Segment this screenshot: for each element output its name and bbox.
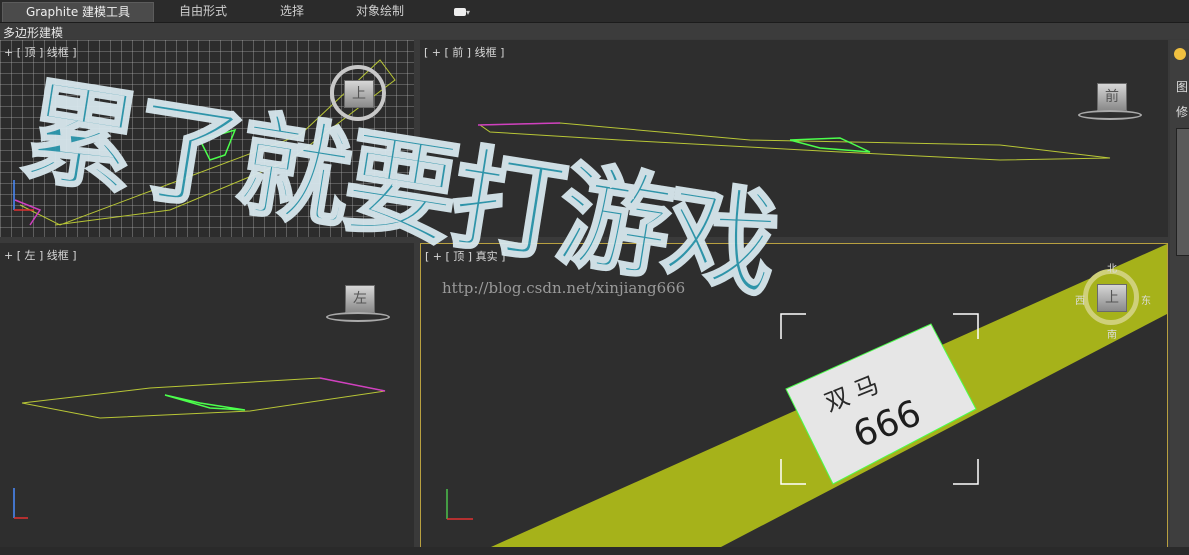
axis-gizmo-persp (446, 489, 473, 520)
tab-object-paint[interactable]: 对象绘制 (340, 2, 420, 21)
viewcube-front[interactable]: 前 (1097, 83, 1127, 111)
panel-list[interactable] (1176, 128, 1189, 256)
viewcube-persp[interactable]: 上 (1097, 284, 1127, 312)
command-panel[interactable]: 图 修 (1170, 40, 1189, 555)
chevron-down-icon: ▾ (465, 8, 470, 17)
viewcube-left-ring (326, 312, 390, 322)
polygon-modeling-bar[interactable]: 多边形建模 (0, 23, 1189, 40)
compass-north: 北 (1107, 264, 1117, 275)
compass-south: 南 (1107, 330, 1117, 341)
tab-freeform[interactable]: 自由形式 (160, 2, 246, 21)
panel-label-1[interactable]: 图 (1176, 78, 1188, 95)
panel-sun-icon[interactable] (1174, 48, 1186, 60)
viewport-front-label[interactable]: [ + [ 前 ] 线框 ] (424, 44, 504, 60)
viewport-left[interactable]: + [ 左 ] 线框 ] 左 (0, 243, 414, 547)
panel-label-2[interactable]: 修 (1176, 103, 1188, 120)
status-bar (0, 547, 1189, 555)
toggle-icon (453, 7, 466, 16)
viewport-left-label[interactable]: + [ 左 ] 线框 ] (4, 247, 77, 263)
compass-east: 东 (1141, 296, 1151, 307)
polygon-modeling-label: 多边形建模 (3, 26, 64, 40)
viewcube-front-ring (1078, 110, 1142, 120)
viewcube-left[interactable]: 左 (345, 285, 375, 313)
tab-graphite[interactable]: Graphite 建模工具 (2, 2, 154, 22)
compass-west: 西 (1075, 296, 1085, 307)
ribbon-tabs: Graphite 建模工具 自由形式 选择 对象绘制 ▾ (0, 0, 1189, 23)
axis-gizmo-left (13, 488, 28, 519)
tab-selection[interactable]: 选择 (262, 2, 322, 21)
ribbon-options-dropdown[interactable]: ▾ (446, 2, 478, 21)
